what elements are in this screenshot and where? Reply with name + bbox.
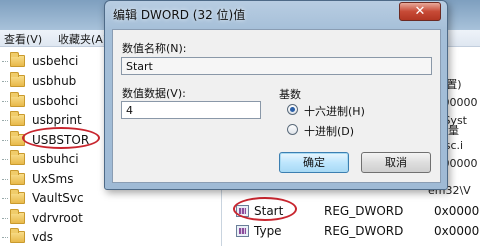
- radio-hex-label: 十六进制(H): [304, 105, 365, 118]
- tree-item-label: vds: [32, 230, 53, 244]
- dialog-body: 数值名称(N): Start 数值数据(V): 4 基数 十六进制(H) 十进制…: [112, 29, 441, 183]
- value-type: REG_DWORD: [324, 224, 404, 238]
- folder-icon: [10, 52, 25, 67]
- folder-icon: [10, 170, 25, 185]
- close-icon: ✕: [414, 4, 426, 19]
- radio-hex[interactable]: 十六进制(H): [287, 102, 397, 118]
- tree-item-vds[interactable]: vds: [0, 228, 210, 246]
- tree-item-vdrvroot[interactable]: vdrvroot: [0, 209, 210, 227]
- folder-icon: [10, 150, 25, 165]
- tree-item-label: usbuhci: [32, 152, 79, 166]
- folder-icon: [10, 228, 25, 243]
- cancel-button[interactable]: 取消: [361, 152, 431, 173]
- tree-item-label: usbehci: [32, 54, 79, 68]
- tree-item-label: VaultSvc: [32, 191, 84, 205]
- menu-favorites[interactable]: 收藏夹(A): [58, 31, 107, 47]
- base-group: 基数 十六进制(H) 十进制(D): [279, 86, 431, 148]
- base-label: 基数: [279, 88, 301, 101]
- folder-icon: [10, 92, 25, 107]
- tree-item-label: usbhub: [32, 74, 77, 88]
- value-name: Type: [254, 224, 282, 238]
- tree-item-label: UxSms: [32, 172, 74, 186]
- folder-icon: [10, 209, 25, 224]
- start-highlight-ring: [233, 197, 297, 221]
- folder-icon: [10, 189, 25, 204]
- radio-decimal-button: [287, 124, 298, 135]
- value-data-label: 数值数据(V):: [122, 87, 186, 100]
- tree-item-label: usbohci: [32, 94, 79, 108]
- value-data: 0x0000000: [434, 224, 480, 238]
- value-type: REG_DWORD: [324, 204, 404, 218]
- folder-icon: [10, 72, 25, 87]
- value-data: 0x0000000: [434, 204, 480, 218]
- usbstor-highlight-ring: [22, 127, 100, 149]
- value-data-field[interactable]: 4: [121, 101, 261, 119]
- value-name-label: 数值名称(N):: [122, 42, 187, 55]
- dword-value-icon: [236, 225, 249, 237]
- tree-item-label: usbprint: [32, 113, 82, 127]
- radio-decimal-label: 十进制(D): [304, 125, 355, 138]
- close-button[interactable]: ✕: [399, 2, 441, 21]
- tree-item-label: vdrvroot: [32, 211, 83, 225]
- folder-icon: [10, 111, 25, 126]
- radio-hex-button: [287, 104, 298, 115]
- dialog-title: 编辑 DWORD (32 位)值: [113, 8, 246, 22]
- value-row-type[interactable]: Type REG_DWORD 0x0000000: [236, 222, 480, 240]
- tree-item-vaultsvc[interactable]: VaultSvc: [0, 189, 210, 207]
- value-name-field[interactable]: Start: [121, 57, 432, 75]
- ok-button[interactable]: 确定: [279, 152, 349, 173]
- menu-view[interactable]: 查看(V): [4, 31, 42, 47]
- edit-dword-dialog: 编辑 DWORD (32 位)值 ✕ 数值名称(N): Start 数值数据(V…: [104, 0, 448, 190]
- radio-decimal[interactable]: 十进制(D): [287, 122, 397, 138]
